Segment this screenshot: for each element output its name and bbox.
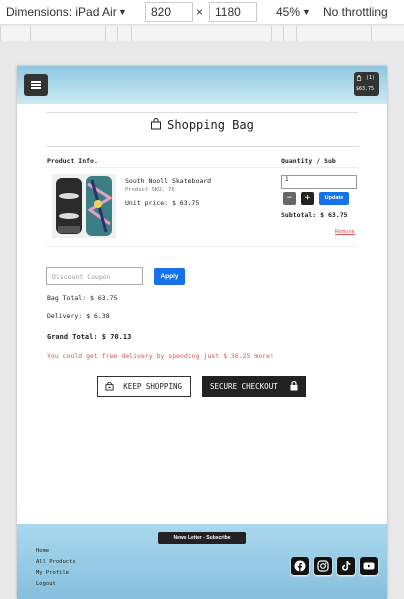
youtube-icon[interactable] (360, 557, 378, 575)
device-height-input[interactable]: 1180 (209, 2, 257, 22)
quantity-header: Quantity / Sub (281, 157, 336, 165)
grand-total: Grand Total: $ 70.13 (47, 333, 132, 341)
device-dimensions-select[interactable]: Dimensions: iPad Air (6, 5, 117, 19)
chevron-down-icon[interactable]: ▼ (118, 7, 127, 17)
footer: News Letter - Subscribe Home All Product… (17, 524, 387, 599)
update-button[interactable]: Update (319, 192, 349, 205)
apply-coupon-button[interactable]: Apply (154, 268, 185, 285)
bag-total: Bag Total: $ 63.75 (47, 294, 118, 302)
page-title: Shopping Bag (17, 118, 387, 132)
discount-coupon-input[interactable]: Discount Coupon (46, 267, 143, 285)
lock-icon (290, 381, 298, 391)
secure-checkout-label: SECURE CHECKOUT (210, 382, 278, 391)
footer-link-my-profile[interactable]: My Profile (36, 570, 69, 576)
device-viewport: (1) $63.75 Shopping Bag Product Info. Qu… (17, 66, 387, 599)
product-info-header: Product Info. (47, 157, 98, 165)
product-sku: Product SKU: 76 (125, 187, 175, 193)
keep-shopping-button[interactable]: KEEP SHOPPING (97, 376, 191, 397)
decrement-button[interactable]: − (283, 192, 296, 205)
chevron-down-icon[interactable]: ▼ (302, 7, 311, 17)
divider (46, 246, 358, 247)
throttling-select[interactable]: No throttling (323, 5, 388, 19)
secure-checkout-button[interactable]: SECURE CHECKOUT (202, 376, 306, 397)
footer-link-logout[interactable]: Logout (36, 581, 56, 587)
bag-icon (356, 75, 362, 81)
increment-button[interactable]: + (301, 192, 314, 205)
remove-link[interactable]: Remove (335, 229, 355, 235)
free-delivery-message: You could get free delivery by spending … (47, 352, 274, 360)
facebook-icon[interactable] (291, 557, 309, 575)
dimension-separator: × (196, 5, 204, 19)
menu-button[interactable] (24, 74, 48, 96)
instagram-icon[interactable] (314, 557, 332, 575)
quantity-input[interactable]: 1 (281, 175, 357, 189)
shopping-bag-icon (151, 118, 162, 130)
cart-total: $63.75 (356, 86, 375, 92)
zoom-select[interactable]: 45% (276, 5, 300, 19)
top-navbar: (1) $63.75 (17, 66, 387, 104)
shopping-bag-icon (105, 382, 114, 391)
divider (46, 112, 358, 113)
newsletter-subscribe-button[interactable]: News Letter - Subscribe (158, 532, 246, 544)
footer-link-all-products[interactable]: All Products (36, 559, 76, 565)
product-image[interactable] (52, 174, 116, 238)
page-title-text: Shopping Bag (167, 118, 254, 132)
unit-price: Unit price: $ 63.75 (125, 199, 200, 207)
cart-button[interactable]: (1) $63.75 (354, 72, 379, 96)
divider (46, 146, 358, 147)
device-width-input[interactable]: 820 (145, 2, 193, 22)
item-subtotal: Subtotal: $ 63.75 (281, 211, 348, 219)
cart-count: (1) (366, 75, 376, 81)
product-name[interactable]: South Nooll Skateboard (125, 177, 211, 185)
tiktok-icon[interactable] (337, 557, 355, 575)
footer-link-home[interactable]: Home (36, 548, 49, 554)
delivery-cost: Delivery: $ 6.38 (47, 312, 110, 320)
keep-shopping-label: KEEP SHOPPING (123, 382, 182, 391)
devtools-toolbar: Dimensions: iPad Air ▼ 820 × 1180 45% ▼ … (0, 0, 404, 25)
divider (46, 167, 358, 168)
media-query-ruler[interactable] (0, 26, 404, 41)
